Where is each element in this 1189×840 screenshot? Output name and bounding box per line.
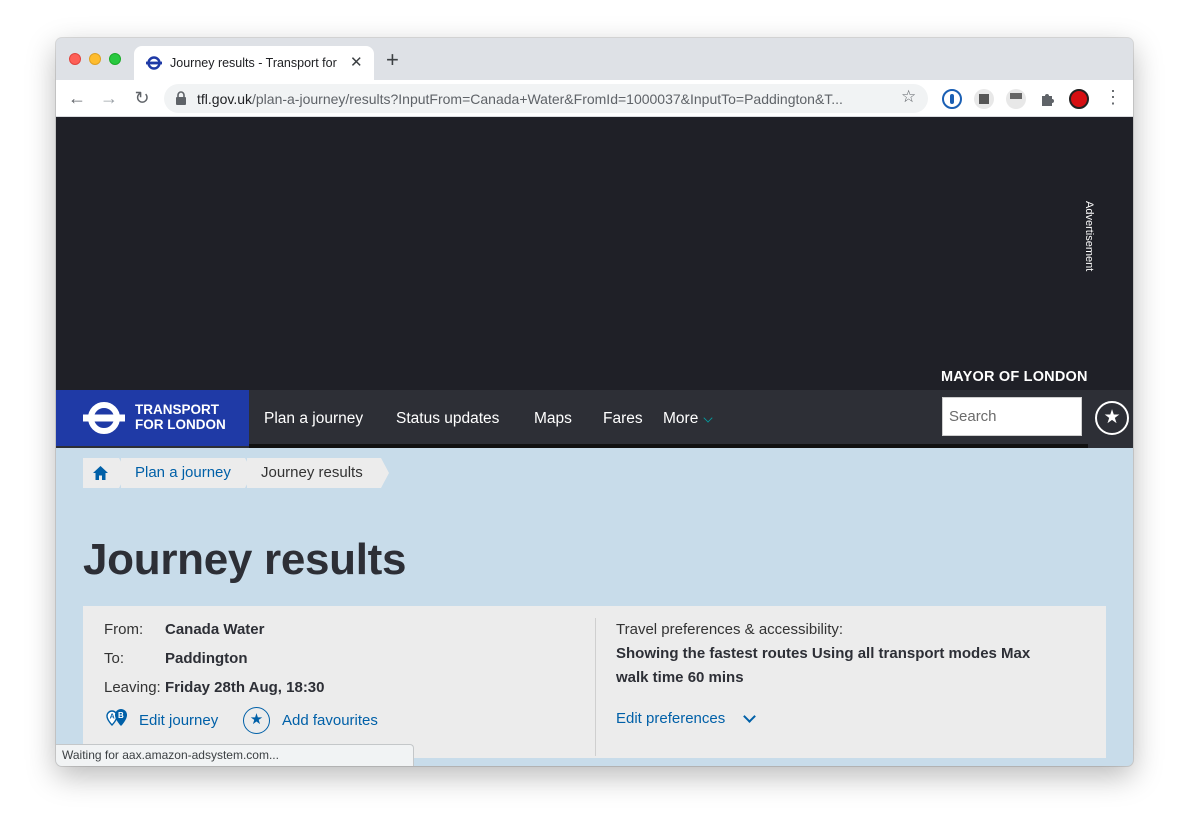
minimize-window-button[interactable]	[89, 53, 101, 65]
maximize-window-button[interactable]	[109, 53, 121, 65]
home-icon	[93, 466, 108, 480]
add-favourites-star-icon[interactable]: ★	[243, 707, 270, 734]
journey-summary-panel: From: Canada Water To: Paddington Leavin…	[83, 606, 1106, 758]
panel-divider	[595, 618, 596, 756]
nav-divider	[249, 444, 1088, 448]
nav-more[interactable]: More	[663, 410, 698, 428]
preferences-summary-line1: Showing the fastest routes Using all tra…	[616, 645, 1031, 662]
edit-preferences-link[interactable]: Edit preferences	[616, 710, 725, 727]
browser-tab[interactable]: Journey results - Transport for ✕	[134, 46, 374, 80]
advertisement-banner[interactable]: Advertisement MAYOR OF LONDON	[56, 117, 1133, 390]
reload-icon[interactable]: ↻	[130, 86, 154, 110]
back-icon[interactable]: ←	[65, 86, 89, 110]
breadcrumb-current: Journey results	[247, 458, 381, 488]
address-bar[interactable]: tfl.gov.uk/plan-a-journey/results?InputF…	[164, 84, 928, 113]
profile-avatar[interactable]	[1069, 89, 1089, 109]
browser-menu-icon[interactable]: ⋮	[1104, 87, 1122, 107]
breadcrumb-plan-a-journey[interactable]: Plan a journey	[121, 458, 245, 488]
add-favourites-link[interactable]: Add favourites	[282, 712, 378, 729]
to-label: To:	[104, 650, 125, 667]
password-manager-extension-icon[interactable]	[942, 89, 962, 109]
lock-icon	[176, 91, 186, 105]
browser-status-bubble: Waiting for aax.amazon-adsystem.com...	[56, 744, 414, 766]
nav-fares[interactable]: Fares	[603, 410, 643, 428]
favourites-star-icon[interactable]: ★	[1095, 401, 1129, 435]
breadcrumb-home[interactable]	[83, 458, 119, 488]
edit-journey-ab-icon[interactable]: A B	[105, 708, 131, 732]
tab-strip: Journey results - Transport for ✕ +	[56, 38, 1133, 80]
tfl-roundel-icon	[83, 402, 125, 434]
close-window-button[interactable]	[69, 53, 81, 65]
url-text[interactable]: tfl.gov.uk/plan-a-journey/results?InputF…	[197, 91, 897, 107]
tfl-wordmark: TRANSPORT FOR LONDON	[135, 402, 226, 432]
bookmark-star-icon[interactable]: ☆	[901, 87, 916, 107]
from-value: Canada Water	[165, 621, 265, 638]
from-label: From:	[104, 621, 144, 638]
tfl-roundel-icon	[146, 56, 162, 70]
site-navigation: TRANSPORT FOR LONDON Plan a journey Stat…	[56, 390, 1133, 448]
search-input[interactable]	[942, 397, 1082, 436]
tab-close-icon[interactable]: ✕	[350, 53, 363, 71]
browser-window: Journey results - Transport for ✕ + ← → …	[56, 38, 1133, 766]
chevron-down-icon[interactable]	[743, 710, 756, 723]
extension-icon[interactable]	[974, 89, 994, 109]
svg-text:B: B	[118, 711, 124, 720]
browser-toolbar: ← → ↻ tfl.gov.uk/plan-a-journey/results?…	[56, 80, 1133, 117]
nav-plan-a-journey[interactable]: Plan a journey	[264, 410, 363, 428]
edit-journey-link[interactable]: Edit journey	[139, 712, 218, 729]
forward-icon[interactable]: →	[97, 86, 121, 110]
breadcrumb-separator	[381, 458, 389, 488]
mayor-of-london-logo[interactable]: MAYOR OF LONDON	[941, 369, 1088, 385]
advertisement-label: Advertisement	[1083, 201, 1095, 272]
to-value: Paddington	[165, 650, 248, 667]
svg-text:A: A	[110, 714, 115, 721]
extension-icon[interactable]	[1006, 89, 1026, 109]
tfl-logo-link[interactable]: TRANSPORT FOR LONDON	[56, 390, 249, 446]
chevron-down-icon	[703, 413, 713, 423]
nav-maps[interactable]: Maps	[534, 410, 572, 428]
tab-title: Journey results - Transport for	[170, 56, 337, 70]
preferences-summary-line2: walk time 60 mins	[616, 669, 744, 686]
leaving-value: Friday 28th Aug, 18:30	[165, 679, 325, 696]
puzzle-extensions-icon[interactable]	[1038, 89, 1058, 109]
page-title: Journey results	[83, 535, 407, 584]
leaving-label: Leaving:	[104, 679, 161, 696]
new-tab-button[interactable]: +	[386, 49, 399, 71]
preferences-title: Travel preferences & accessibility:	[616, 621, 844, 638]
nav-status-updates[interactable]: Status updates	[396, 410, 499, 428]
